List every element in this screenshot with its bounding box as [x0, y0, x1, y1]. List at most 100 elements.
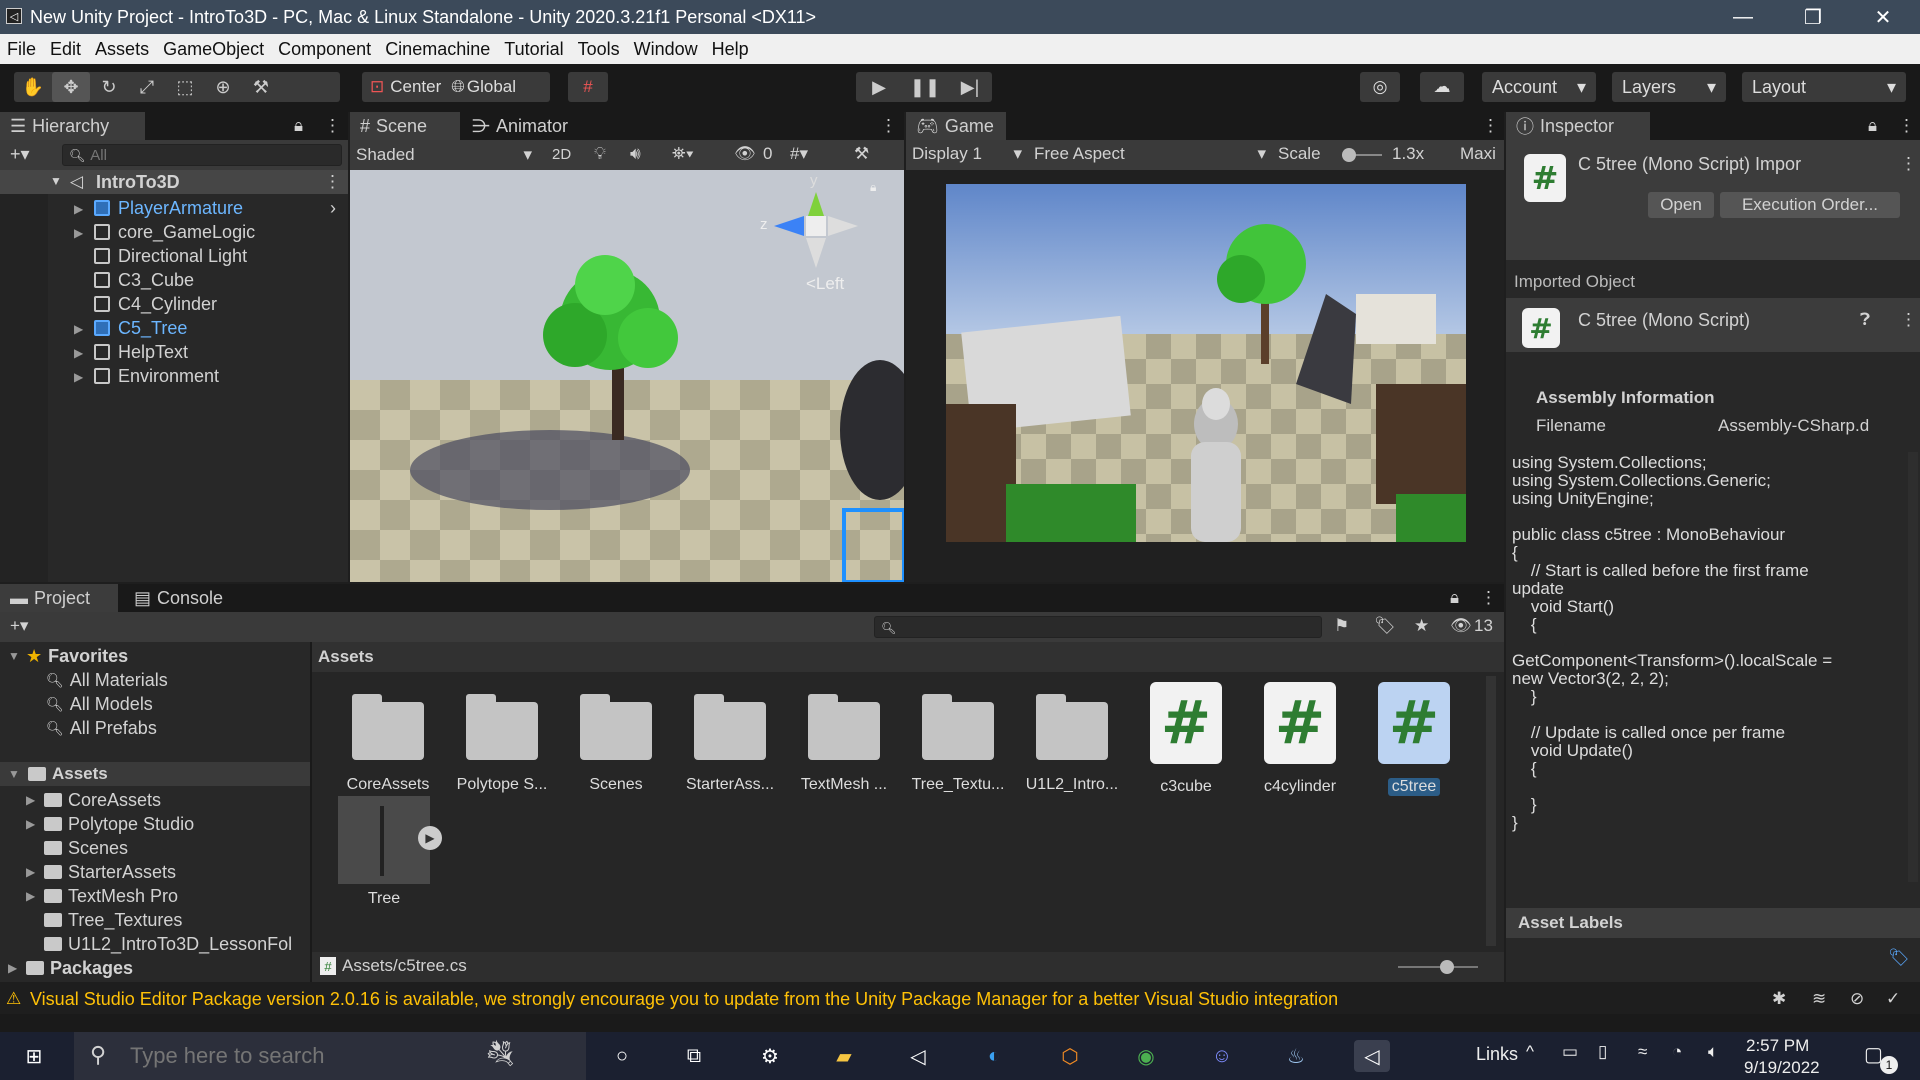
collab-icon[interactable]: ◎ [1360, 72, 1400, 102]
cache-icon[interactable]: ≋ [1812, 989, 1826, 1009]
lock-icon[interactable]: 🔒︎ [1450, 588, 1459, 608]
close-button[interactable]: ✕ [1852, 0, 1914, 34]
file-explorer-icon[interactable]: ▰ [826, 1040, 862, 1072]
asset-folder-item[interactable]: Scenes [26, 836, 128, 860]
bug-icon[interactable]: ✱ [1772, 989, 1786, 1009]
tab-hierarchy[interactable]: ☰ Hierarchy [0, 112, 145, 140]
pause-icon[interactable]: ❚❚ [902, 72, 948, 102]
asset-item[interactable]: Tree_Textu... [906, 682, 1010, 794]
menu-cinemachine[interactable]: Cinemachine [385, 39, 490, 60]
move-tool-icon[interactable]: ✥ [52, 72, 90, 102]
favorites-row[interactable]: ▼ ★ Favorites [8, 644, 128, 668]
asset-item[interactable]: Scenes [564, 682, 668, 794]
more-icon[interactable]: ⋮ [1482, 116, 1499, 136]
asset-labels-header[interactable]: Asset Labels [1506, 908, 1920, 938]
asset-item[interactable]: # c5tree [1362, 682, 1466, 796]
tab-game[interactable]: 🎮︎ Game [906, 112, 1006, 140]
lock-icon[interactable]: 🔒︎ [1868, 116, 1877, 136]
icon-size-slider[interactable] [1398, 966, 1478, 968]
layout-dropdown[interactable]: Layout ▾ [1742, 72, 1906, 102]
asset-folder-item[interactable]: ▶ StarterAssets [26, 860, 176, 884]
project-search-input[interactable]: 🔍︎ [874, 616, 1322, 638]
menu-tutorial[interactable]: Tutorial [504, 39, 563, 60]
tab-project[interactable]: ▬ Project [0, 584, 118, 612]
more-icon[interactable]: ⋮ [1480, 588, 1497, 608]
menu-component[interactable]: Component [278, 39, 371, 60]
asset-folder-item[interactable]: ▶ CoreAssets [26, 788, 161, 812]
step-icon[interactable]: ▶| [948, 72, 992, 102]
icon-size-slider-handle[interactable] [1440, 960, 1454, 974]
tag-icon[interactable]: 🏷︎ [1888, 948, 1910, 968]
toggle-2d-button[interactable]: 2D [552, 146, 571, 163]
cloud-icon[interactable]: ☁ [1420, 72, 1464, 102]
cortana-icon[interactable]: ○ [604, 1040, 640, 1072]
tab-console[interactable]: ▤ Console [124, 584, 244, 612]
more-icon[interactable]: ⋮ [324, 172, 341, 192]
hierarchy-item[interactable]: C4_Cylinder [0, 292, 348, 316]
minimize-button[interactable]: — [1712, 0, 1774, 34]
hidden-objects-icon[interactable]: 👁︎ [734, 144, 756, 164]
asset-folder-item[interactable]: ▶ TextMesh Pro [26, 884, 178, 908]
discord-icon[interactable]: ☺ [1204, 1040, 1240, 1072]
scale-tool-icon[interactable]: ⤢ [128, 72, 166, 102]
inspector-scrollbar[interactable] [1908, 452, 1918, 882]
filter-type-icon[interactable]: ⚑ [1334, 616, 1349, 636]
taskbar-search-input[interactable] [130, 1040, 450, 1072]
status-message[interactable]: Visual Studio Editor Package version 2.0… [30, 989, 1338, 1010]
progress-icon[interactable]: ✓ [1886, 989, 1900, 1009]
scene-row[interactable]: ▼ ◁ IntroTo3D ⋮ [0, 170, 348, 194]
expand-arrow-icon[interactable]: ▶ [74, 226, 86, 240]
menu-window[interactable]: Window [634, 39, 698, 60]
tab-scene[interactable]: # Scene [350, 112, 460, 140]
maximize-button[interactable]: ❐ [1782, 0, 1844, 34]
grid-toggle-icon[interactable]: #▾ [790, 144, 808, 164]
favorite-star-icon[interactable]: ★ [1414, 616, 1429, 636]
asset-item[interactable]: StarterAss... [678, 682, 782, 794]
app-cube-icon[interactable]: ⬡ [1052, 1040, 1088, 1072]
transform-tool-icon[interactable]: ⊕ [204, 72, 242, 102]
hierarchy-item[interactable]: ▶ HelpText [0, 340, 348, 364]
add-icon[interactable]: +▾ [10, 616, 28, 636]
layers-dropdown[interactable]: Layers ▾ [1612, 72, 1726, 102]
game-render[interactable] [946, 184, 1466, 542]
menu-edit[interactable]: Edit [50, 39, 81, 60]
volume-icon[interactable]: 🔈︎ [1708, 1042, 1718, 1062]
maximize-on-play-button[interactable]: Maxi [1460, 144, 1496, 164]
tools-icon[interactable]: ⚒ [854, 144, 869, 164]
menu-file[interactable]: File [7, 39, 36, 60]
execution-order-button[interactable]: Execution Order... [1720, 192, 1900, 218]
asset-item[interactable]: CoreAssets [336, 682, 440, 794]
chevron-up-icon[interactable]: ^ [1526, 1042, 1534, 1062]
asset-folder-item[interactable]: Tree_Textures [26, 908, 182, 932]
unity-editor-icon[interactable]: ◁ [1354, 1040, 1390, 1072]
menu-help[interactable]: Help [712, 39, 749, 60]
hierarchy-search[interactable]: 🔍︎ [62, 144, 342, 166]
effects-icon[interactable]: ⛯▾ [672, 144, 694, 164]
favorite-item[interactable]: 🔍︎ All Models [46, 692, 153, 716]
wifi-icon[interactable]: ≈ [1638, 1042, 1647, 1062]
custom-tool-icon[interactable]: ⚒ [242, 72, 280, 102]
rotate-tool-icon[interactable]: ↻ [90, 72, 128, 102]
expand-arrow-icon[interactable]: ▶ [26, 865, 38, 879]
asset-item[interactable]: # c4cylinder [1248, 682, 1352, 796]
help-icon[interactable]: ❓︎ [1860, 310, 1870, 330]
menu-assets[interactable]: Assets [95, 39, 149, 60]
lock-icon[interactable]: 🔒︎ [294, 116, 303, 136]
task-view-icon[interactable]: ⧉ [676, 1040, 712, 1072]
add-icon[interactable]: +▾ [10, 144, 30, 165]
edge-icon[interactable]: ◐ [976, 1040, 1012, 1072]
rect-tool-icon[interactable]: ⬚ [166, 72, 204, 102]
menu-gameobject[interactable]: GameObject [163, 39, 264, 60]
packages-row[interactable]: ▶ Packages [8, 956, 133, 980]
hierarchy-item[interactable]: Directional Light [0, 244, 348, 268]
shading-dropdown[interactable]: Shaded ▾ [356, 144, 532, 166]
expand-arrow-icon[interactable]: ▶ [74, 322, 86, 336]
aspect-dropdown[interactable]: Free Aspect ▾ [1034, 144, 1266, 164]
expand-arrow-icon[interactable]: ▶ [74, 202, 86, 216]
hidden-packages-icon[interactable]: 👁︎ [1450, 616, 1472, 636]
scale-slider-handle[interactable] [1342, 148, 1356, 162]
display-dropdown[interactable]: Display 1 ▾ [912, 144, 1022, 164]
expand-arrow-icon[interactable]: ▶ [26, 793, 38, 807]
play-icon[interactable]: ▶ [856, 72, 902, 102]
more-icon[interactable]: ⋮ [324, 116, 341, 136]
